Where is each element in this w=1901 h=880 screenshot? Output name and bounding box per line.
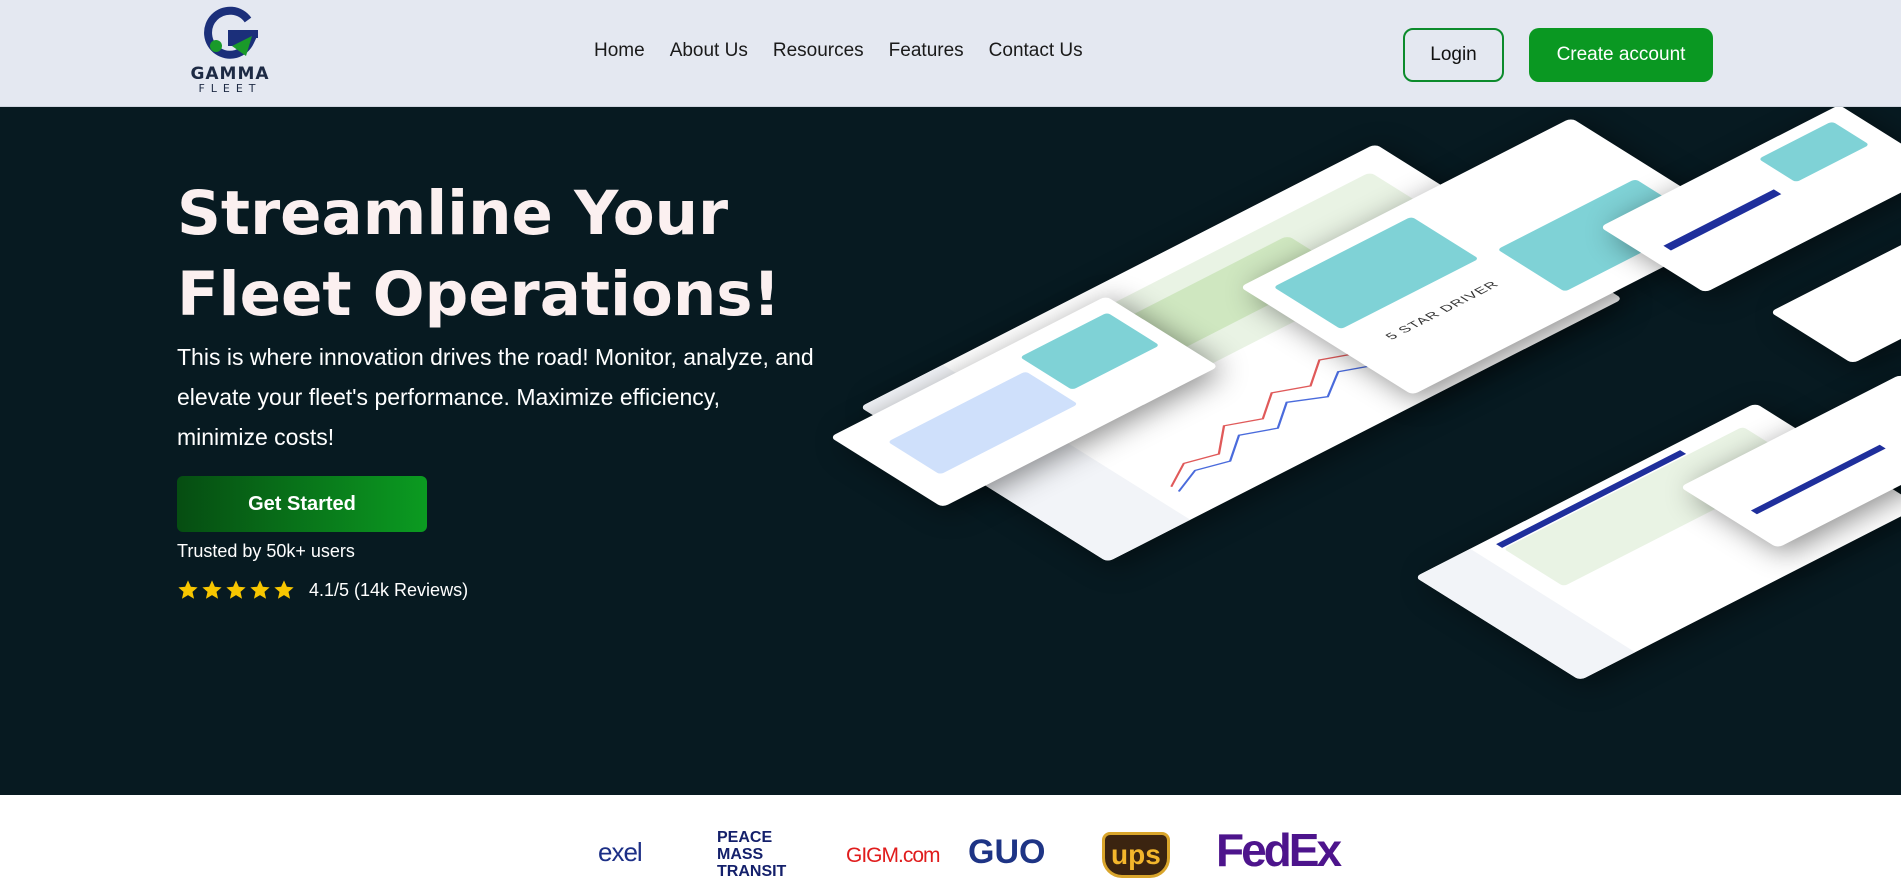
partner-logo-peace-mass-transit: PEACE MASS TRANSIT bbox=[717, 829, 787, 880]
partner-logos-strip: exel PEACE MASS TRANSIT GIGM.com GUO ups… bbox=[0, 795, 1901, 880]
star-icon bbox=[226, 580, 246, 599]
get-started-button[interactable]: Get Started bbox=[177, 476, 427, 532]
hero-title-line-2: Fleet Operations! bbox=[177, 259, 781, 330]
gamma-fleet-logo[interactable]: GAMMA FLEET bbox=[184, 6, 276, 96]
star-icon bbox=[274, 580, 294, 599]
partner-logo-ups-shield: ups bbox=[1102, 832, 1170, 878]
top-navbar: GAMMA FLEET Home About Us Resources Feat… bbox=[0, 0, 1901, 107]
rating-row: 4.1/5 (14k Reviews) bbox=[177, 579, 468, 601]
partner-logo-exel: exel bbox=[598, 837, 643, 867]
rating-text: 4.1/5 (14k Reviews) bbox=[309, 579, 469, 600]
nav-contact-us[interactable]: Contact Us bbox=[989, 40, 1083, 62]
logo-subtitle: FLEET bbox=[198, 82, 262, 95]
nav-about-us[interactable]: About Us bbox=[670, 40, 748, 62]
partner-logo-guo: GUO bbox=[968, 833, 1046, 871]
nav-home[interactable]: Home bbox=[594, 40, 645, 62]
create-account-button[interactable]: Create account bbox=[1529, 28, 1713, 82]
star-icon bbox=[202, 580, 222, 599]
trusted-by-text: Trusted by 50k+ users bbox=[177, 541, 355, 561]
nav-resources[interactable]: Resources bbox=[773, 40, 864, 62]
hero-title-line-1: Streamline Your bbox=[177, 178, 729, 249]
nav-features[interactable]: Features bbox=[889, 40, 964, 62]
partner-logo-fedex: FedEx bbox=[1216, 824, 1342, 876]
hero-lead-text: This is where innovation drives the road… bbox=[177, 344, 814, 450]
star-icon bbox=[178, 580, 198, 599]
logo-wordmark: GAMMA bbox=[190, 64, 270, 84]
star-icon bbox=[250, 580, 270, 599]
hero-title: Streamline Your Fleet Operations! bbox=[177, 173, 877, 335]
partner-logo-gigm: GIGM.com bbox=[846, 844, 941, 867]
hero-section: Streamline Your Fleet Operations! This i… bbox=[0, 107, 1901, 795]
partner-logo-ups: ups bbox=[1111, 839, 1161, 870]
gamma-logo-icon bbox=[204, 6, 258, 59]
main-menu: Home About Us Resources Features Contact… bbox=[594, 40, 1083, 62]
rating-stars bbox=[177, 579, 295, 601]
login-button[interactable]: Login bbox=[1403, 28, 1504, 82]
